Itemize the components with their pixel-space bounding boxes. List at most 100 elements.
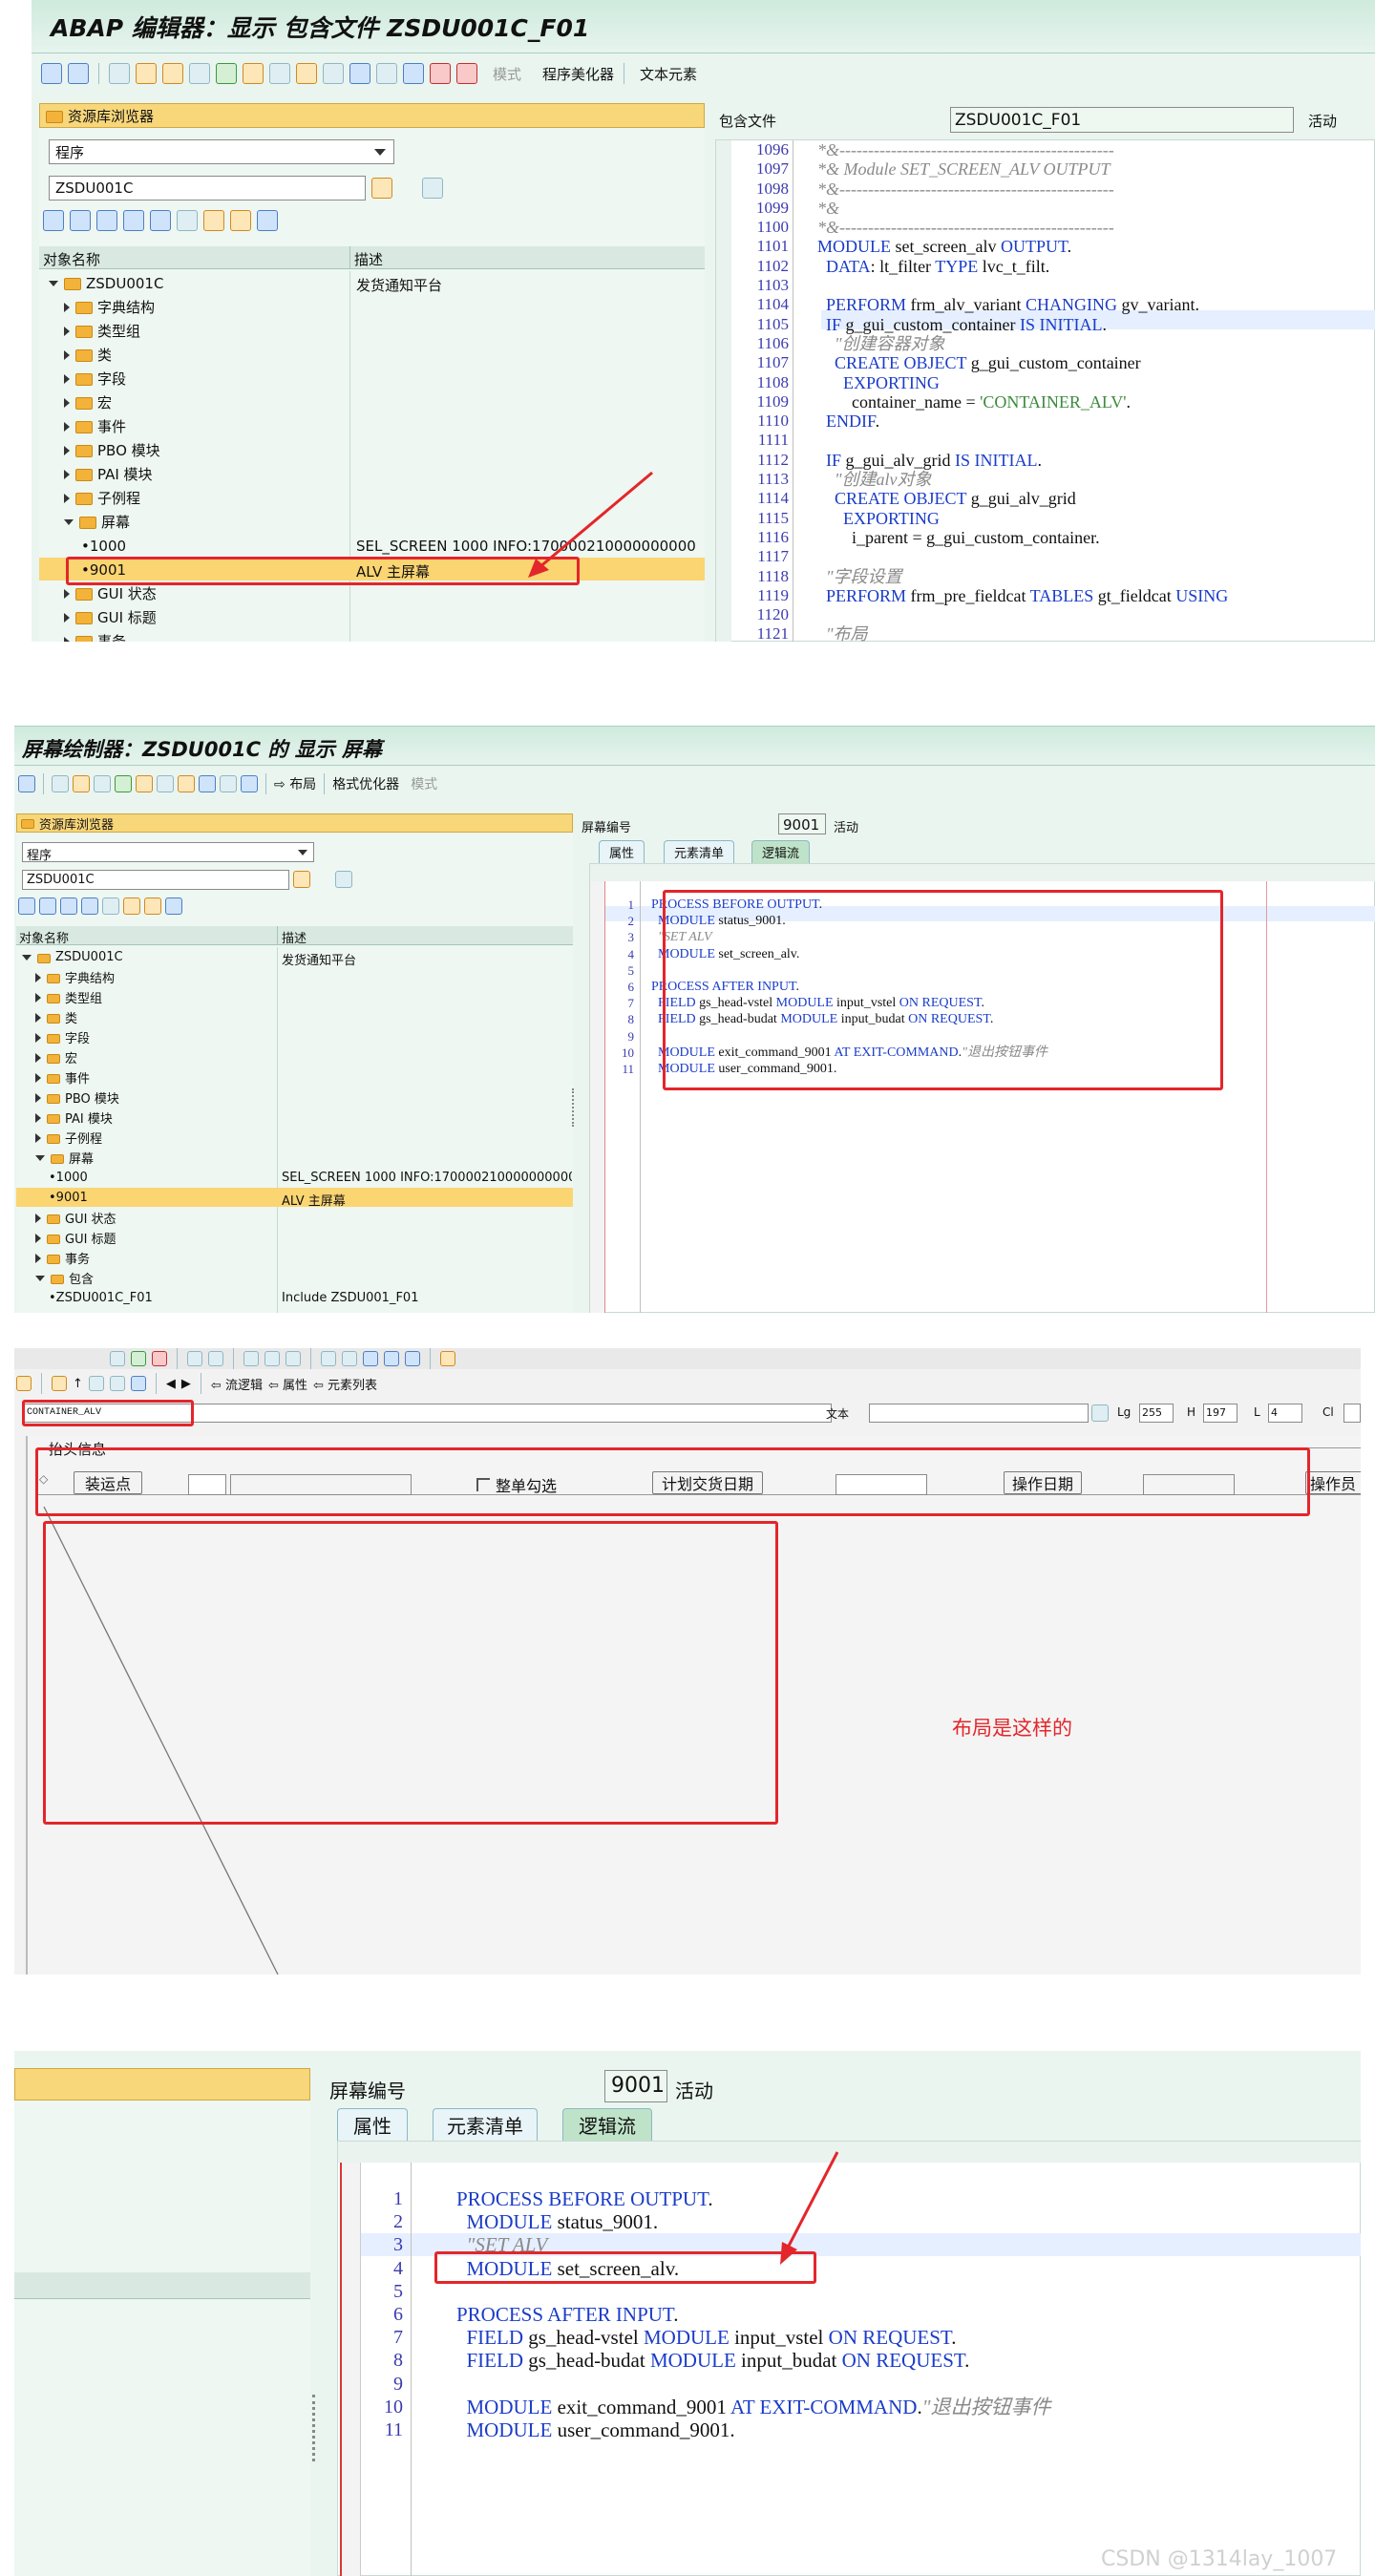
where-used-icon[interactable] [88, 1376, 104, 1391]
expand-icon[interactable] [81, 897, 98, 915]
tab-element-list[interactable]: 元素清单 [664, 840, 735, 863]
tree-node[interactable]: PAI 模块 [64, 462, 153, 486]
other-object-icon[interactable] [109, 63, 130, 84]
dictionary-icon[interactable] [1091, 1404, 1109, 1422]
hierarchy-icon[interactable] [349, 63, 370, 84]
refresh-icon[interactable] [165, 897, 182, 915]
up-arrow-icon[interactable]: ↑ [73, 1377, 83, 1391]
check-icon[interactable] [94, 775, 111, 792]
tree-root[interactable]: ZSDU001C [49, 271, 163, 295]
object-type-select[interactable]: 程序 [22, 842, 314, 863]
tree-node[interactable]: 子例程 [64, 486, 140, 510]
forward-icon[interactable] [70, 210, 91, 231]
attributes-button[interactable]: ⇦ 属性 [268, 1375, 307, 1393]
tree-node[interactable]: 类 [64, 343, 112, 367]
info-icon[interactable] [241, 775, 258, 792]
collapse-icon[interactable] [123, 210, 144, 231]
active-inactive-icon[interactable] [162, 63, 183, 84]
screen-number-field[interactable]: 9001 [778, 813, 826, 834]
navigation-icon[interactable] [109, 1376, 125, 1391]
next-icon[interactable]: ▶ [181, 1377, 191, 1391]
tree-node[interactable]: 子例程 [35, 1128, 102, 1148]
window-icon[interactable] [376, 63, 397, 84]
tree-node-screens[interactable]: 屏幕 [64, 510, 130, 534]
tree-node[interactable]: 字典结构 [64, 295, 155, 319]
binoculars-icon[interactable] [177, 210, 198, 231]
grid-icon[interactable] [405, 1351, 420, 1366]
test-icon[interactable] [136, 775, 153, 792]
text-field[interactable] [869, 1404, 1089, 1423]
back-icon[interactable] [18, 775, 35, 792]
operator-button[interactable]: 操作员 [1305, 1471, 1361, 1494]
l-field[interactable]: 4 [1268, 1404, 1302, 1423]
collapse-icon[interactable] [60, 897, 77, 915]
tree-node[interactable]: 字典结构 [35, 967, 115, 987]
tree-node-screens[interactable]: 屏幕 [35, 1148, 94, 1168]
include-name-field[interactable]: ZSDU001C_F01 [950, 107, 1294, 133]
lg-field[interactable]: 255 [1139, 1404, 1174, 1423]
info-icon[interactable] [130, 1376, 146, 1391]
expand-icon[interactable] [150, 210, 171, 231]
favorites-icon[interactable] [230, 210, 251, 231]
hierarchy-icon[interactable] [199, 775, 216, 792]
forward-icon[interactable] [39, 897, 56, 915]
tree-node-includes[interactable]: 包含 [35, 1268, 94, 1288]
tree-node[interactable]: GUI 状态 [35, 1208, 116, 1228]
other-object-icon[interactable] [52, 775, 69, 792]
test-icon[interactable] [52, 1376, 67, 1391]
check-icon[interactable] [189, 63, 210, 84]
breakpoint-icon[interactable] [430, 63, 451, 84]
where-used-icon[interactable] [157, 775, 174, 792]
object-name-input[interactable]: ZSDU001C [49, 176, 366, 201]
print-icon[interactable] [187, 1351, 202, 1366]
cut-icon[interactable] [243, 1351, 259, 1366]
hierarchy-icon[interactable] [123, 897, 140, 915]
confirm-icon[interactable] [131, 1351, 146, 1366]
layout-button[interactable]: ⇨ 布局 [274, 774, 316, 793]
redo-icon[interactable] [342, 1351, 357, 1366]
tab-flow-logic[interactable]: 逻辑流 [751, 840, 811, 863]
tree-node[interactable]: PAI 模块 [35, 1108, 113, 1128]
binoculars-icon[interactable] [102, 897, 119, 915]
element-list-button[interactable]: ⇦ 元素列表 [313, 1375, 377, 1393]
tab-attributes[interactable]: 属性 [599, 840, 645, 863]
display-change-icon[interactable] [16, 1376, 32, 1391]
h-field[interactable]: 197 [1203, 1404, 1238, 1423]
window-icon[interactable] [384, 1351, 399, 1366]
where-used-icon[interactable] [269, 63, 290, 84]
find-icon[interactable] [208, 1351, 223, 1366]
activate-icon[interactable] [115, 775, 132, 792]
object-list-icon[interactable] [296, 63, 317, 84]
tree-node[interactable]: 事务 [35, 1248, 90, 1268]
tree-node[interactable]: 字段 [64, 367, 126, 391]
paste-icon[interactable] [286, 1351, 301, 1366]
tab-attributes[interactable]: 属性 [337, 2108, 408, 2141]
stop-icon[interactable] [110, 1351, 125, 1366]
test-icon[interactable] [243, 63, 264, 84]
tree-node[interactable]: 宏 [64, 391, 112, 414]
text-elements-button[interactable]: 文本元素 [640, 64, 697, 84]
tree-node[interactable]: 宏 [35, 1047, 77, 1067]
tree-node[interactable]: 类型组 [64, 319, 140, 343]
mode-button[interactable]: 模式 [493, 64, 521, 84]
refresh-icon[interactable] [257, 210, 278, 231]
help-icon[interactable] [440, 1351, 455, 1366]
tree-leaf-include[interactable]: • ZSDU001C_F01 [49, 1288, 153, 1308]
copy-icon[interactable] [264, 1351, 280, 1366]
tree-node[interactable]: 字段 [35, 1027, 90, 1047]
display-change-icon[interactable] [73, 775, 90, 792]
code-editor[interactable]: 1096 1097 1098 1099 1100 1101 1102 1103 1104 1105… [715, 139, 1375, 642]
pretty-printer-button[interactable]: 程序美化器 [542, 64, 614, 84]
favorites-icon[interactable] [144, 897, 161, 915]
tree-node[interactable]: GUI 标题 [35, 1228, 116, 1248]
layout-icon[interactable] [363, 1351, 378, 1366]
back-icon[interactable] [18, 897, 35, 915]
tab-flow-logic[interactable]: 逻辑流 [562, 2108, 652, 2141]
info-icon[interactable] [403, 63, 424, 84]
splitter-handle[interactable] [312, 2395, 318, 2461]
object-type-select[interactable]: 程序 [49, 139, 394, 164]
tree-node[interactable]: 类 [35, 1007, 77, 1027]
tree-root[interactable]: ZSDU001C [22, 947, 123, 967]
undo-icon[interactable] [321, 1351, 336, 1366]
code-editor[interactable]: 1 2 3 4 5 6 7 8 9 10 11 PROCESS BEFORE OUTPUT. MOD… [337, 2141, 1361, 2576]
